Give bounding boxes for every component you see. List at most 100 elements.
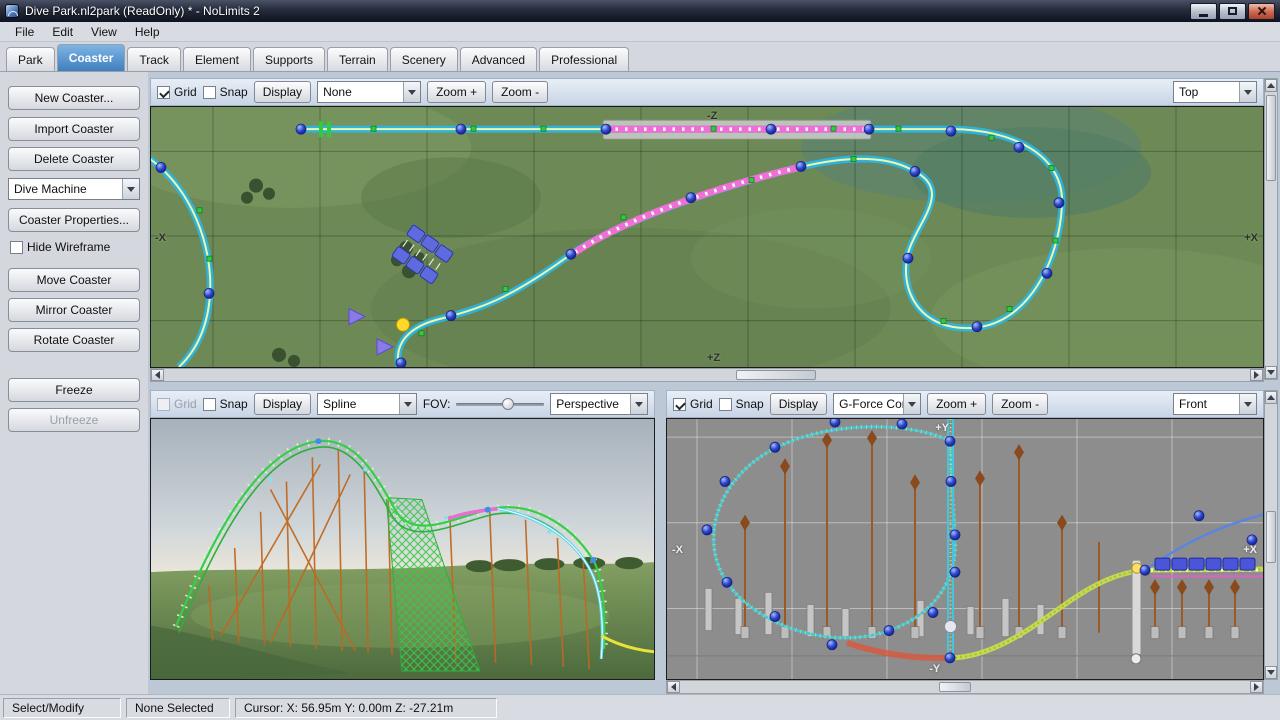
arrow-right-icon bbox=[1254, 683, 1259, 691]
perspective-viewport[interactable] bbox=[150, 418, 655, 680]
front-display-mode-select[interactable]: G-Force Com bbox=[833, 393, 921, 415]
top-zoom-in-button[interactable]: Zoom + bbox=[427, 81, 486, 103]
checkbox-unchecked-icon bbox=[157, 398, 170, 411]
tab-scenery[interactable]: Scenery bbox=[390, 47, 458, 71]
axis-label-bottom: +Z bbox=[707, 352, 720, 364]
tab-park[interactable]: Park bbox=[6, 47, 55, 71]
close-button[interactable] bbox=[1248, 3, 1275, 20]
dropdown-arrow-button[interactable] bbox=[903, 394, 920, 414]
window-title: Dive Park.nl2park (ReadOnly) * - NoLimit… bbox=[25, 4, 1188, 18]
fov-slider[interactable] bbox=[456, 393, 544, 415]
chevron-down-icon bbox=[408, 90, 416, 95]
fov-label: FOV: bbox=[423, 397, 451, 411]
scroll-down-button[interactable] bbox=[1265, 366, 1277, 379]
tab-supports[interactable]: Supports bbox=[253, 47, 325, 71]
front-snap-checkbox[interactable]: Snap bbox=[719, 397, 764, 411]
import-coaster-button[interactable]: Import Coaster bbox=[8, 117, 140, 141]
coaster-properties-button[interactable]: Coaster Properties... bbox=[8, 208, 140, 232]
hide-wireframe-checkbox[interactable]: Hide Wireframe bbox=[10, 240, 110, 254]
front-zoom-in-button[interactable]: Zoom + bbox=[927, 393, 986, 415]
status-mode: Select/Modify bbox=[3, 698, 121, 718]
scroll-down-button[interactable] bbox=[1265, 666, 1277, 679]
perspective-view-render bbox=[151, 419, 654, 679]
dropdown-arrow-button[interactable] bbox=[399, 394, 416, 414]
scroll-up-button[interactable] bbox=[1265, 391, 1277, 404]
tab-advanced[interactable]: Advanced bbox=[460, 47, 537, 71]
dropdown-arrow-button[interactable] bbox=[630, 394, 647, 414]
tab-professional[interactable]: Professional bbox=[539, 47, 629, 71]
top-display-mode-select[interactable]: None bbox=[317, 81, 421, 103]
checkbox-unchecked-icon bbox=[203, 86, 216, 99]
top-viewport-hscrollbar[interactable] bbox=[150, 368, 1264, 382]
unfreeze-button: Unfreeze bbox=[8, 408, 140, 432]
persp-snap-checkbox[interactable]: Snap bbox=[203, 397, 248, 411]
tab-terrain[interactable]: Terrain bbox=[327, 47, 388, 71]
dropdown-arrow-button[interactable] bbox=[1239, 394, 1256, 414]
move-coaster-button[interactable]: Move Coaster bbox=[8, 268, 140, 292]
top-view-render bbox=[151, 107, 1263, 367]
front-zoom-out-button[interactable]: Zoom - bbox=[992, 393, 1048, 415]
axis-label-top: -Z bbox=[707, 110, 717, 122]
front-view-select[interactable]: Front bbox=[1173, 393, 1257, 415]
top-viewport-vscrollbar[interactable] bbox=[1264, 78, 1278, 380]
top-display-button[interactable]: Display bbox=[254, 81, 311, 103]
top-view-select[interactable]: Top bbox=[1173, 81, 1257, 103]
freeze-button[interactable]: Freeze bbox=[8, 378, 140, 402]
tab-track[interactable]: Track bbox=[127, 47, 181, 71]
maximize-button[interactable] bbox=[1219, 3, 1246, 20]
tab-element[interactable]: Element bbox=[183, 47, 251, 71]
tab-bar: Park Coaster Track Element Supports Terr… bbox=[0, 42, 1280, 72]
persp-display-mode-select[interactable]: Spline bbox=[317, 393, 417, 415]
persp-grid-checkbox: Grid bbox=[157, 397, 197, 411]
front-display-button[interactable]: Display bbox=[770, 393, 827, 415]
menu-view[interactable]: View bbox=[82, 24, 126, 40]
menu-help[interactable]: Help bbox=[126, 24, 169, 40]
slider-thumb[interactable] bbox=[502, 398, 514, 410]
minimize-button[interactable] bbox=[1190, 3, 1217, 20]
top-viewport[interactable]: -Z +Z -X +X bbox=[150, 106, 1264, 368]
coaster-select[interactable]: Dive Machine bbox=[8, 178, 140, 200]
top-snap-checkbox[interactable]: Snap bbox=[203, 85, 248, 99]
scroll-up-button[interactable] bbox=[1265, 79, 1277, 92]
dropdown-arrow-button[interactable] bbox=[1239, 82, 1256, 102]
dropdown-arrow-button[interactable] bbox=[403, 82, 420, 102]
scroll-left-button[interactable] bbox=[667, 681, 680, 693]
checkbox-checked-icon bbox=[673, 398, 686, 411]
menu-bar: File Edit View Help bbox=[0, 22, 1280, 42]
menu-file[interactable]: File bbox=[6, 24, 43, 40]
front-viewport-vscrollbar[interactable] bbox=[1264, 390, 1278, 680]
grid-label: Grid bbox=[690, 397, 713, 411]
front-grid-checkbox[interactable]: Grid bbox=[673, 397, 713, 411]
grid-label: Grid bbox=[174, 85, 197, 99]
hide-wireframe-label: Hide Wireframe bbox=[27, 240, 110, 254]
scrollbar-thumb[interactable] bbox=[1266, 95, 1276, 181]
persp-display-button[interactable]: Display bbox=[254, 393, 311, 415]
chevron-down-icon bbox=[1244, 402, 1252, 407]
delete-coaster-button[interactable]: Delete Coaster bbox=[8, 147, 140, 171]
scroll-right-button[interactable] bbox=[1250, 681, 1263, 693]
new-coaster-button[interactable]: New Coaster... bbox=[8, 86, 140, 110]
title-bar[interactable]: Dive Park.nl2park (ReadOnly) * - NoLimit… bbox=[0, 0, 1280, 22]
menu-edit[interactable]: Edit bbox=[43, 24, 82, 40]
tab-coaster[interactable]: Coaster bbox=[57, 44, 126, 71]
scroll-left-button[interactable] bbox=[151, 369, 164, 381]
scrollbar-thumb[interactable] bbox=[1266, 511, 1276, 563]
scrollbar-thumb[interactable] bbox=[736, 370, 816, 380]
coaster-select-value: Dive Machine bbox=[9, 179, 122, 199]
rotate-coaster-button[interactable]: Rotate Coaster bbox=[8, 328, 140, 352]
scrollbar-thumb[interactable] bbox=[939, 682, 971, 692]
status-bar: Select/Modify None Selected Cursor: X: 5… bbox=[0, 694, 1280, 720]
top-grid-checkbox[interactable]: Grid bbox=[157, 85, 197, 99]
slider-track bbox=[456, 403, 544, 406]
perspective-viewport-toolbar: Grid Snap Display Spline FOV: Perspectiv… bbox=[150, 390, 655, 418]
scroll-right-button[interactable] bbox=[1250, 369, 1263, 381]
top-zoom-out-button[interactable]: Zoom - bbox=[492, 81, 548, 103]
top-viewport-toolbar: Grid Snap Display None Zoom + Zoom - Top bbox=[150, 78, 1264, 106]
axis-label-bottom: -Y bbox=[929, 663, 940, 675]
arrow-left-icon bbox=[671, 683, 676, 691]
coaster-select-arrow-button[interactable] bbox=[122, 179, 139, 199]
front-viewport-hscrollbar[interactable] bbox=[666, 680, 1264, 694]
mirror-coaster-button[interactable]: Mirror Coaster bbox=[8, 298, 140, 322]
front-viewport[interactable]: +Y -Y -X +X bbox=[666, 418, 1264, 680]
persp-view-select[interactable]: Perspective bbox=[550, 393, 648, 415]
